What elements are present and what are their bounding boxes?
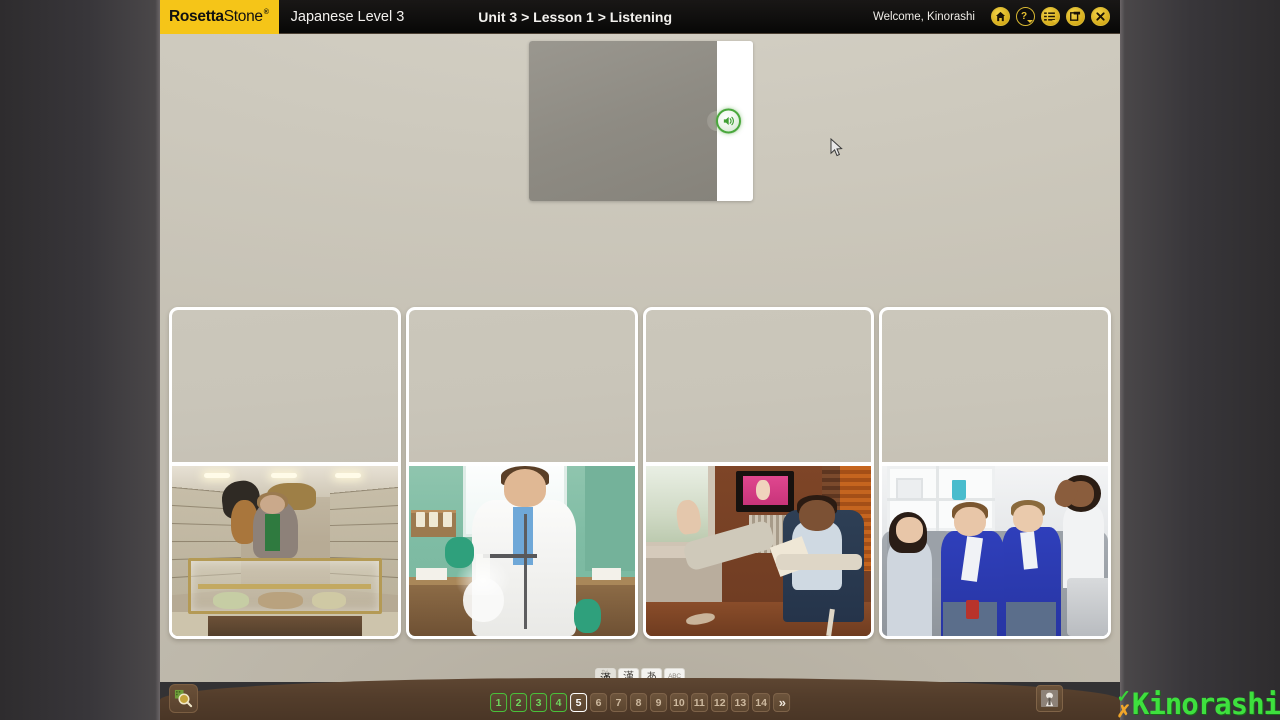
welcome-label: Welcome, Kinorashi [872,10,975,23]
chevron-down-icon [1052,19,1058,23]
answer-card-2-text [408,310,635,464]
screen: RosettaStone® Japanese Level 3 Unit 3 > … [0,0,1280,720]
top-bar: RosettaStone® Japanese Level 3 Unit 3 > … [160,0,1120,34]
page-button-10[interactable]: 10 [670,693,688,712]
exercise-stage: かん 漢 漢 あ ABC [160,34,1120,687]
letterbox-left [0,0,160,720]
close-icon[interactable] [1091,7,1110,26]
page-button-1[interactable]: 1 [490,693,508,712]
zoom-button[interactable] [169,684,198,713]
page-button-12[interactable]: 12 [710,693,729,712]
page-button-14[interactable]: 14 [752,693,770,712]
page-button-5[interactable]: 5 [570,693,588,712]
chevron-down-icon [1027,19,1033,23]
answer-card-4-text [882,310,1108,464]
play-audio-button[interactable] [716,108,741,134]
answer-card-1[interactable] [169,307,401,639]
answer-card-3-text [645,310,872,464]
answer-card-grid [169,307,1111,639]
cross-icon: ✗ [1116,701,1131,720]
page-button-13[interactable]: 13 [731,693,750,712]
watermark-name: Kinorashi [1131,687,1280,720]
watermark-marks: ✓ ✗ [1116,688,1131,720]
answer-card-1-text [172,310,398,464]
brand-logo[interactable]: RosettaStone® [160,0,279,34]
letterbox-right [1120,0,1280,720]
prompt-media-placeholder [529,41,717,201]
answer-card-4-image [882,466,1108,636]
brand-text: RosettaStone® [169,7,269,25]
page-button-6[interactable]: 6 [590,693,608,712]
home-icon[interactable] [991,7,1010,26]
breadcrumb: Unit 3 > Lesson 1 > Listening [478,8,673,25]
registered-mark: ® [263,9,269,17]
bottom-bar: 1 2 3 4 5 6 7 8 9 10 11 12 13 14 » [160,678,1120,720]
page-button-8[interactable]: 8 [630,693,648,712]
audio-prompt[interactable] [529,41,753,201]
answer-card-1-image [172,466,398,636]
course-title: Japanese Level 3 [290,8,405,25]
rosetta-stone-app: RosettaStone® Japanese Level 3 Unit 3 > … [160,0,1120,720]
page-button-4[interactable]: 4 [550,693,568,712]
help-icon[interactable]: ? [1016,7,1035,26]
mouse-cursor [830,137,844,163]
answer-card-2-image [408,466,635,636]
answer-card-3-image [645,466,872,636]
next-page-button[interactable]: » [772,693,790,712]
answer-card-2[interactable] [405,307,638,639]
window-icon[interactable] [1066,7,1085,26]
page-button-11[interactable]: 11 [690,693,708,712]
page-button-7[interactable]: 7 [610,693,628,712]
page-button-9[interactable]: 9 [650,693,668,712]
microphone-icon[interactable] [1036,685,1063,712]
menu-icon[interactable] [1041,7,1060,26]
answer-card-4[interactable] [879,307,1111,639]
header-icon-group: ? [991,7,1110,26]
answer-card-3[interactable] [642,307,875,639]
furigana-toggle-ruby: かん [601,669,610,674]
page-button-3[interactable]: 3 [530,693,548,712]
pagination: 1 2 3 4 5 6 7 8 9 10 11 12 13 14 » [490,693,790,712]
page-button-2[interactable]: 2 [510,693,528,712]
watermark: ✓ ✗ Kinorashi [1116,687,1280,720]
